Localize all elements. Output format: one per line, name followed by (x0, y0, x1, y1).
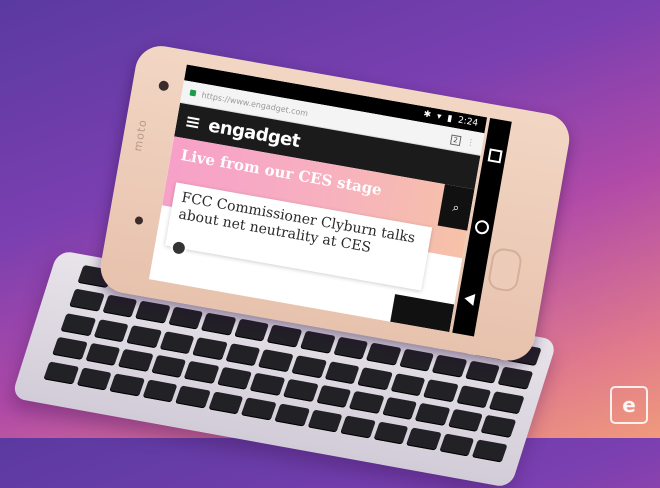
keyboard-key (142, 379, 178, 403)
front-camera (157, 79, 170, 92)
keyboard-key (497, 367, 534, 391)
keyboard-key (390, 373, 426, 397)
keyboard-key (225, 343, 261, 367)
overflow-menu-icon[interactable]: ⋮ (466, 137, 475, 147)
back-icon[interactable] (463, 292, 476, 307)
watermark: e (610, 386, 648, 424)
keyboard-key (183, 361, 220, 385)
keyboard-key (357, 367, 393, 391)
keyboard-key (134, 300, 171, 325)
keyboard-key (431, 355, 468, 379)
keyboard-key (299, 330, 336, 355)
keyboard-key (101, 294, 138, 319)
keyboard-key (373, 421, 409, 445)
search-icon[interactable]: ⌕ (437, 184, 475, 231)
keyboard-key (489, 391, 525, 415)
author-avatar (169, 238, 189, 258)
bluetooth-icon: ✱ (422, 109, 432, 121)
keyboard-key (332, 336, 369, 361)
keyboard-key (406, 427, 442, 451)
keyboard-key (109, 373, 145, 397)
keyboard-key (233, 318, 270, 343)
keyboard-key (126, 324, 162, 349)
keyboard-key (464, 361, 501, 385)
hamburger-icon[interactable] (186, 116, 200, 129)
wifi-icon: ▾ (435, 111, 443, 123)
keyboard-key (208, 391, 244, 415)
fingerprint-home-button[interactable] (486, 246, 524, 294)
keyboard-key (365, 342, 402, 367)
keyboard-key (76, 367, 112, 391)
keyboard-key (274, 403, 310, 427)
keyboard-key (340, 415, 376, 439)
keyboard-key (51, 337, 88, 361)
keyboard-key (200, 312, 237, 337)
keyboard-key (60, 312, 96, 337)
keyboard-key (43, 361, 79, 385)
keyboard-key (439, 433, 475, 457)
keyboard-key (249, 373, 286, 397)
keyboard-key (150, 355, 187, 379)
keyboard-key (291, 355, 327, 379)
keyboard-key (447, 409, 484, 433)
keyboard-key (456, 385, 492, 409)
keyboard-key (84, 343, 121, 367)
keyboard-key (192, 337, 228, 361)
keyboard-key (398, 349, 435, 373)
keyboard-key (93, 318, 129, 343)
lock-icon (189, 89, 197, 97)
keyboard-key (480, 415, 517, 439)
keyboard-key (307, 409, 343, 433)
page-strip (390, 294, 455, 333)
keyboard-key (423, 379, 459, 403)
phone-screen: ✱ ▾ ▮ 2:24 https://www.engadget.com 2 ⋮ … (148, 64, 488, 333)
battery-icon: ▮ (446, 113, 453, 125)
flash (134, 215, 144, 226)
keyboard-key (241, 397, 277, 421)
keyboard-key (472, 439, 508, 463)
watermark-logo: e (622, 393, 636, 417)
keyboard-key (175, 385, 211, 409)
status-time: 2:24 (457, 115, 479, 129)
keyboard-key (282, 379, 319, 403)
keyboard-key (258, 349, 294, 373)
keyboard-key (216, 367, 253, 391)
keyboard-key (68, 288, 105, 313)
phone-brand-label: moto (131, 118, 150, 153)
recent-apps-icon[interactable] (487, 148, 503, 164)
keyboard-key (414, 403, 451, 427)
tab-count[interactable]: 2 (449, 133, 462, 146)
keyboard-key (381, 397, 418, 421)
keyboard-key (348, 391, 385, 415)
keyboard-key (167, 306, 204, 331)
keyboard-key (315, 385, 352, 409)
keyboard-key (324, 361, 360, 385)
keyboard-key (266, 324, 303, 349)
keyboard-key (159, 330, 195, 355)
home-icon[interactable] (473, 219, 491, 236)
keyboard-key (117, 349, 154, 373)
photo-scene: moto ✱ ▾ ▮ 2:24 https://www.engadget.com… (0, 0, 660, 488)
